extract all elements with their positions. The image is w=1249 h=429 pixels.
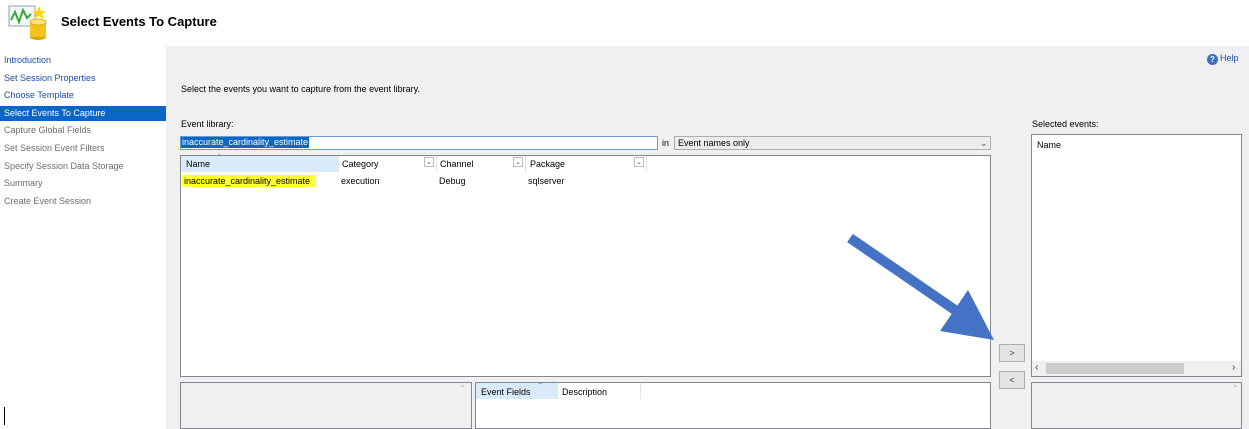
column-header-name-label: Name [186, 159, 211, 169]
sidebar-item-summary: Summary [4, 178, 43, 188]
help-link[interactable]: Help [1220, 53, 1239, 63]
remove-event-button[interactable]: < [999, 371, 1025, 389]
event-search-value: inaccurate_cardinality_estimate [181, 137, 310, 148]
scroll-right-icon[interactable]: › [1232, 362, 1235, 373]
column-header-package-label: Package [530, 159, 566, 169]
sidebar-item-set-session-event-filters: Set Session Event Filters [4, 143, 105, 153]
annotation-arrow-icon [847, 233, 994, 340]
page-title: Select Events To Capture [61, 14, 217, 29]
row-event-name: inaccurate_cardinality_estimate [184, 176, 311, 186]
row-channel: Debug [439, 176, 466, 186]
sidebar-item-introduction[interactable]: Introduction [0, 53, 166, 68]
chevron-down-icon[interactable]: ⌄ [980, 137, 988, 149]
column-header-category-label: Category [342, 159, 379, 169]
extended-events-icon [8, 5, 47, 40]
column-header-event-fields-label: Event Fields [481, 387, 531, 397]
in-label: in [662, 138, 670, 148]
selected-events-label: Selected events: [1032, 119, 1099, 129]
sort-ascending-icon: ⌃ [216, 153, 223, 162]
wizard-sidebar: Introduction Set Session Properties Choo… [0, 46, 166, 429]
sidebar-item-set-session-properties[interactable]: Set Session Properties [0, 71, 166, 86]
instruction-text: Select the events you want to capture fr… [181, 84, 420, 94]
search-scope-value: Event names only [678, 138, 750, 148]
help-icon[interactable]: ? [1207, 54, 1218, 65]
scroll-up-icon[interactable]: ⌃ [1232, 384, 1239, 393]
sidebar-item-choose-template[interactable]: Choose Template [0, 88, 166, 103]
selected-event-description-pane [1031, 382, 1242, 429]
row-category: execution [341, 176, 380, 186]
column-header-channel-label: Channel [440, 159, 474, 169]
selected-events-list[interactable] [1031, 134, 1242, 377]
package-filter-dropdown-icon[interactable]: ⌄ [634, 157, 644, 167]
sort-ascending-icon: ⌃ [537, 381, 544, 390]
text-cursor [4, 407, 5, 425]
sidebar-item-specify-data-storage: Specify Session Data Storage [4, 161, 124, 171]
sidebar-item-create-event-session: Create Event Session [4, 196, 92, 206]
event-description-pane [180, 382, 472, 429]
category-filter-dropdown-icon[interactable]: ⌄ [424, 157, 434, 167]
sidebar-item-capture-global-fields: Capture Global Fields [4, 125, 92, 135]
scroll-left-icon[interactable]: ‹ [1035, 362, 1038, 373]
scroll-up-icon[interactable]: ⌃ [459, 384, 466, 393]
row-package: sqlserver [528, 176, 565, 186]
selected-column-header-name: Name [1037, 140, 1062, 150]
sidebar-item-select-events[interactable]: Select Events To Capture [0, 106, 166, 121]
add-event-button[interactable]: > [999, 344, 1025, 362]
event-library-label: Event library: [181, 119, 234, 129]
column-header-description-label: Description [562, 387, 608, 397]
channel-filter-dropdown-icon[interactable]: ⌄ [513, 157, 523, 167]
scrollbar-thumb[interactable] [1046, 363, 1184, 374]
